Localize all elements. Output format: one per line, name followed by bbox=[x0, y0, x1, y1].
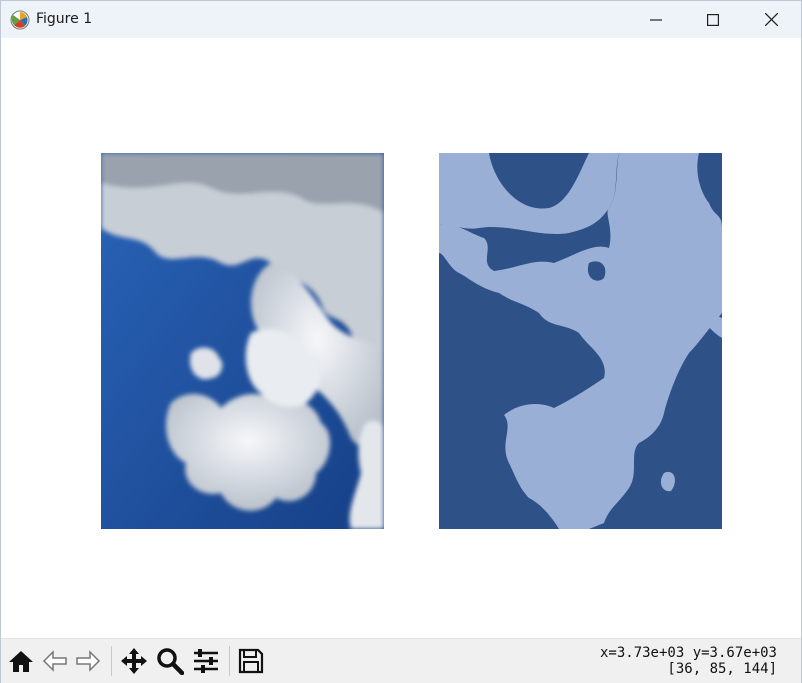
segmented-image[interactable] bbox=[439, 153, 722, 529]
coords-pixel-value: [36, 85, 144] bbox=[667, 661, 777, 677]
configure-subplots-icon bbox=[194, 649, 218, 673]
original-photo[interactable] bbox=[101, 153, 384, 529]
home-button[interactable] bbox=[5, 645, 37, 677]
toolbar-separator bbox=[229, 646, 230, 676]
maximize-icon bbox=[707, 13, 719, 26]
home-icon bbox=[9, 651, 33, 672]
forward-icon bbox=[76, 650, 101, 672]
close-button[interactable] bbox=[742, 1, 800, 38]
minimize-icon bbox=[650, 18, 662, 21]
pan-button[interactable] bbox=[118, 645, 150, 677]
save-icon bbox=[238, 648, 264, 674]
configure-subplots-button[interactable] bbox=[190, 645, 222, 677]
coords-xy: x=3.73e+03 y=3.67e+03 bbox=[599, 645, 777, 661]
close-icon bbox=[764, 13, 778, 26]
navigation-toolbar: x=3.73e+03 y=3.67e+03 [36, 85, 144] bbox=[1, 638, 801, 683]
minimize-button[interactable] bbox=[627, 1, 685, 38]
matplotlib-icon bbox=[10, 10, 30, 30]
pan-icon bbox=[121, 648, 147, 674]
zoom-icon bbox=[157, 648, 184, 675]
back-button[interactable] bbox=[39, 645, 71, 677]
window-title: Figure 1 bbox=[36, 11, 93, 27]
toolbar-separator bbox=[111, 646, 112, 676]
save-button[interactable] bbox=[235, 645, 267, 677]
maximize-button[interactable] bbox=[684, 1, 742, 38]
back-icon bbox=[42, 650, 67, 672]
figure-canvas[interactable] bbox=[1, 38, 801, 638]
cursor-coordinates: x=3.73e+03 y=3.67e+03 [36, 85, 144] bbox=[600, 645, 777, 677]
figure-window: Figure 1 x=3.73e+03 y=3.67e+03 [36, 85, … bbox=[0, 0, 802, 683]
forward-button[interactable] bbox=[72, 645, 104, 677]
zoom-button[interactable] bbox=[154, 645, 186, 677]
title-bar: Figure 1 bbox=[1, 1, 801, 38]
